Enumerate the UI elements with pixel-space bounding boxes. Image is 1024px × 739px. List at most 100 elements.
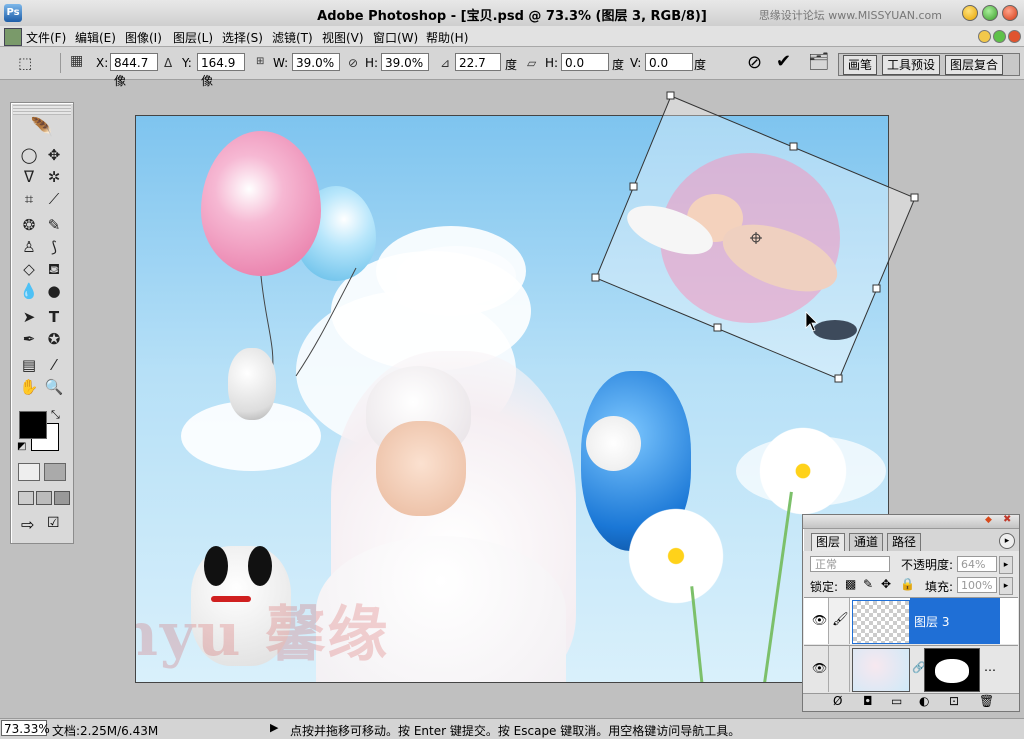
dodge-tool-icon[interactable]: ● <box>43 281 65 301</box>
zoom-field[interactable]: 73.33% <box>1 720 50 736</box>
tab-paths[interactable]: 路径 <box>887 533 922 552</box>
vskew-field[interactable]: 0.0 <box>645 53 693 71</box>
reference-point-icon[interactable]: ▦ <box>70 53 83 69</box>
full-screen-mode-icon[interactable] <box>54 491 70 505</box>
fill-field[interactable]: 100% <box>957 577 997 593</box>
opacity-field[interactable]: 64% <box>957 556 997 572</box>
move-tool-icon[interactable]: ✥ <box>43 145 65 165</box>
palette-well-icon[interactable]: 🗂 <box>808 52 830 72</box>
healing-brush-tool-icon[interactable]: ❂ <box>18 215 40 235</box>
standard-screen-mode-icon[interactable] <box>18 491 34 505</box>
lock-all-icon[interactable]: 🔒 <box>900 577 915 591</box>
menu-edit[interactable]: 编辑(E) <box>75 29 116 46</box>
cancel-icon[interactable]: ⊘ <box>747 52 762 73</box>
menu-view[interactable]: 视图(V) <box>322 29 364 46</box>
doc-close-button[interactable] <box>1008 30 1021 43</box>
move-tool-icon[interactable]: ⬚ <box>18 54 32 72</box>
zoom-tool-icon[interactable]: 🔍 <box>43 377 65 397</box>
eraser-tool-icon[interactable]: ◇ <box>18 259 40 279</box>
layer-thumbnail[interactable] <box>852 648 910 692</box>
full-screen-menu-mode-icon[interactable] <box>36 491 52 505</box>
visibility-eye-icon[interactable]: 👁 <box>812 661 827 675</box>
link-icon[interactable]: ⊘ <box>348 56 358 70</box>
lock-transparency-icon[interactable]: ▩ <box>845 577 856 591</box>
layer-row[interactable]: 👁 🔗 … <box>804 645 1018 692</box>
height-field[interactable]: 39.0% <box>381 53 429 71</box>
blur-tool-icon[interactable]: 💧 <box>18 281 40 301</box>
lasso-tool-icon[interactable]: ᐁ <box>18 167 40 187</box>
close-button[interactable] <box>1002 5 1018 21</box>
blend-mode-select[interactable]: 正常 <box>810 556 890 572</box>
width-field[interactable]: 39.0% <box>292 53 340 71</box>
transform-handle[interactable] <box>666 91 675 100</box>
link-column[interactable] <box>828 646 850 692</box>
transform-handle[interactable] <box>910 193 919 202</box>
jump-to-imageready-icon[interactable]: ⇨ <box>21 515 34 534</box>
minimize-button[interactable] <box>962 5 978 21</box>
panel-close-icon[interactable]: ✖ <box>1003 514 1011 525</box>
tab-tool-presets[interactable]: 工具预设 <box>882 55 941 75</box>
notes-tool-icon[interactable]: ▤ <box>18 355 40 375</box>
new-group-icon[interactable]: ▭ <box>891 694 902 708</box>
visibility-eye-icon[interactable]: 👁 <box>812 613 827 627</box>
tab-layers[interactable]: 图层 <box>811 533 846 552</box>
commit-icon[interactable]: ✔ <box>776 51 791 72</box>
transform-handle[interactable] <box>713 323 722 332</box>
menu-layer[interactable]: 图层(L) <box>173 29 213 46</box>
hskew-field[interactable]: 0.0 <box>561 53 609 71</box>
path-selection-tool-icon[interactable]: ➤ <box>18 307 40 327</box>
opacity-slider-arrow-icon[interactable]: ▸ <box>999 556 1013 574</box>
tab-channels[interactable]: 通道 <box>849 533 884 552</box>
menu-file[interactable]: 文件(F) <box>26 29 66 46</box>
type-tool-icon[interactable]: T <box>43 307 65 327</box>
edit-in-imageready-icon[interactable]: ☑ <box>47 515 60 531</box>
layer-thumbnail[interactable] <box>852 600 910 644</box>
free-transform-box[interactable] <box>590 90 920 390</box>
doc-maximize-button[interactable] <box>993 30 1006 43</box>
lock-image-icon[interactable]: ✎ <box>863 577 873 591</box>
tab-layer-comps[interactable]: 图层复合 <box>945 55 1004 75</box>
menu-window[interactable]: 窗口(W) <box>373 29 418 46</box>
panel-minimize-icon[interactable]: ◆ <box>985 515 992 525</box>
quick-mask-mode-button[interactable] <box>44 463 66 481</box>
menu-select[interactable]: 选择(S) <box>222 29 263 46</box>
menu-help[interactable]: 帮助(H) <box>426 29 468 46</box>
brush-tool-icon[interactable]: ✎ <box>43 215 65 235</box>
foreground-color-swatch[interactable] <box>19 411 47 439</box>
transform-handle[interactable] <box>629 182 638 191</box>
menu-filter[interactable]: 滤镜(T) <box>272 29 313 46</box>
y-field[interactable]: 164.9 像 <box>197 53 245 88</box>
clone-stamp-tool-icon[interactable]: ♙ <box>18 237 40 257</box>
delete-layer-icon[interactable]: 🗑 <box>979 694 994 708</box>
magic-wand-tool-icon[interactable]: ✲ <box>43 167 65 187</box>
angle-field[interactable]: 22.7 <box>455 53 501 71</box>
panel-menu-icon[interactable]: ▸ <box>999 533 1015 549</box>
hand-tool-icon[interactable]: ✋ <box>18 377 40 397</box>
maximize-button[interactable] <box>982 5 998 21</box>
marquee-tool-icon[interactable]: ◯ <box>18 145 40 165</box>
crop-tool-icon[interactable]: ⌗ <box>18 189 40 209</box>
pen-tool-icon[interactable]: ✒ <box>18 329 40 349</box>
layer-style-icon[interactable]: Ø <box>833 694 842 708</box>
new-layer-icon[interactable]: ⊡ <box>949 694 959 708</box>
paint-bucket-tool-icon[interactable]: ⛾ <box>43 259 65 279</box>
swap-colors-icon[interactable]: ⤡ <box>51 408 60 422</box>
history-brush-tool-icon[interactable]: ⟆ <box>43 237 65 257</box>
layer-mask-thumbnail[interactable] <box>924 648 980 692</box>
slice-tool-icon[interactable]: ⟋ <box>43 189 65 209</box>
add-mask-icon[interactable]: ◘ <box>863 694 873 708</box>
transform-handle[interactable] <box>591 273 600 282</box>
layer-name[interactable]: 图层 3 <box>914 613 949 630</box>
custom-shape-tool-icon[interactable]: ✪ <box>43 329 65 349</box>
toolbox-grip[interactable] <box>13 105 71 115</box>
transform-handle[interactable] <box>789 142 798 151</box>
menu-image[interactable]: 图像(I) <box>125 29 162 46</box>
lock-position-icon[interactable]: ✥ <box>881 577 891 591</box>
layer-row[interactable]: 👁 🖌 图层 3 <box>804 597 1018 644</box>
doc-minimize-button[interactable] <box>978 30 991 43</box>
eyedropper-tool-icon[interactable]: ⁄ <box>43 355 65 375</box>
transform-handle[interactable] <box>872 284 881 293</box>
x-field[interactable]: 844.7 像 <box>110 53 158 88</box>
fill-slider-arrow-icon[interactable]: ▸ <box>999 577 1013 595</box>
transform-handle[interactable] <box>834 374 843 383</box>
